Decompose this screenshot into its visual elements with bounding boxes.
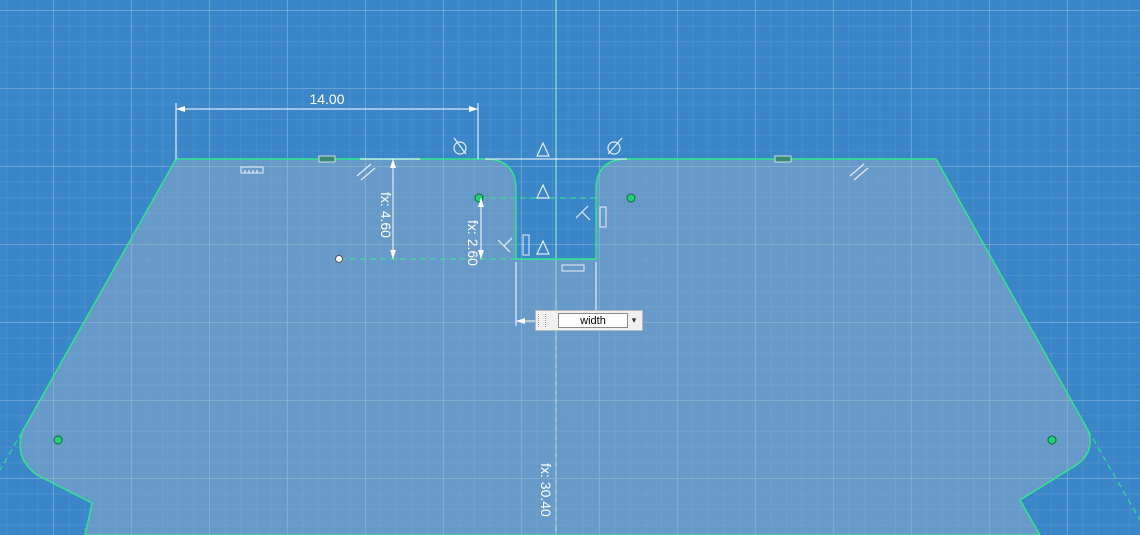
tangent-constraint-icon[interactable] xyxy=(607,137,623,155)
dimension-top-width-label: 14.00 xyxy=(309,91,344,107)
dimension-top-width[interactable]: 14.00 xyxy=(175,91,479,159)
sketch-point[interactable] xyxy=(626,193,636,203)
horizontal-constraint-icon[interactable] xyxy=(774,155,792,163)
sketch-profile[interactable] xyxy=(19,158,1091,535)
construction-line xyxy=(0,431,23,471)
sketch-point[interactable] xyxy=(53,435,63,445)
dimension-inner-height-label: fx: 2.60 xyxy=(465,220,481,266)
dimension-outer-height-label: fx: 4.60 xyxy=(378,192,394,238)
dimension-input-box[interactable]: ▾ xyxy=(535,310,643,331)
dimension-origin-point[interactable] xyxy=(335,255,343,263)
vertical-constraint-icon[interactable] xyxy=(522,206,607,256)
dimension-center-height-label[interactable]: fx: 30.40 xyxy=(538,463,554,517)
horizontal-constraint-icon[interactable] xyxy=(318,155,336,163)
dimension-value-field[interactable] xyxy=(558,313,628,328)
drag-handle[interactable] xyxy=(538,314,546,327)
symmetry-constraint-icon[interactable] xyxy=(536,141,550,255)
sketch-point[interactable] xyxy=(1047,435,1057,445)
tangent-constraint-icon[interactable] xyxy=(453,137,467,155)
perpendicular-constraint-icon[interactable] xyxy=(575,205,591,221)
chevron-down-icon[interactable]: ▾ xyxy=(628,314,640,327)
construction-line xyxy=(1087,429,1140,521)
sketch-canvas[interactable]: 14.00 fx: 4.60 fx: 2.60 fx: 30.40 xyxy=(0,0,1140,535)
